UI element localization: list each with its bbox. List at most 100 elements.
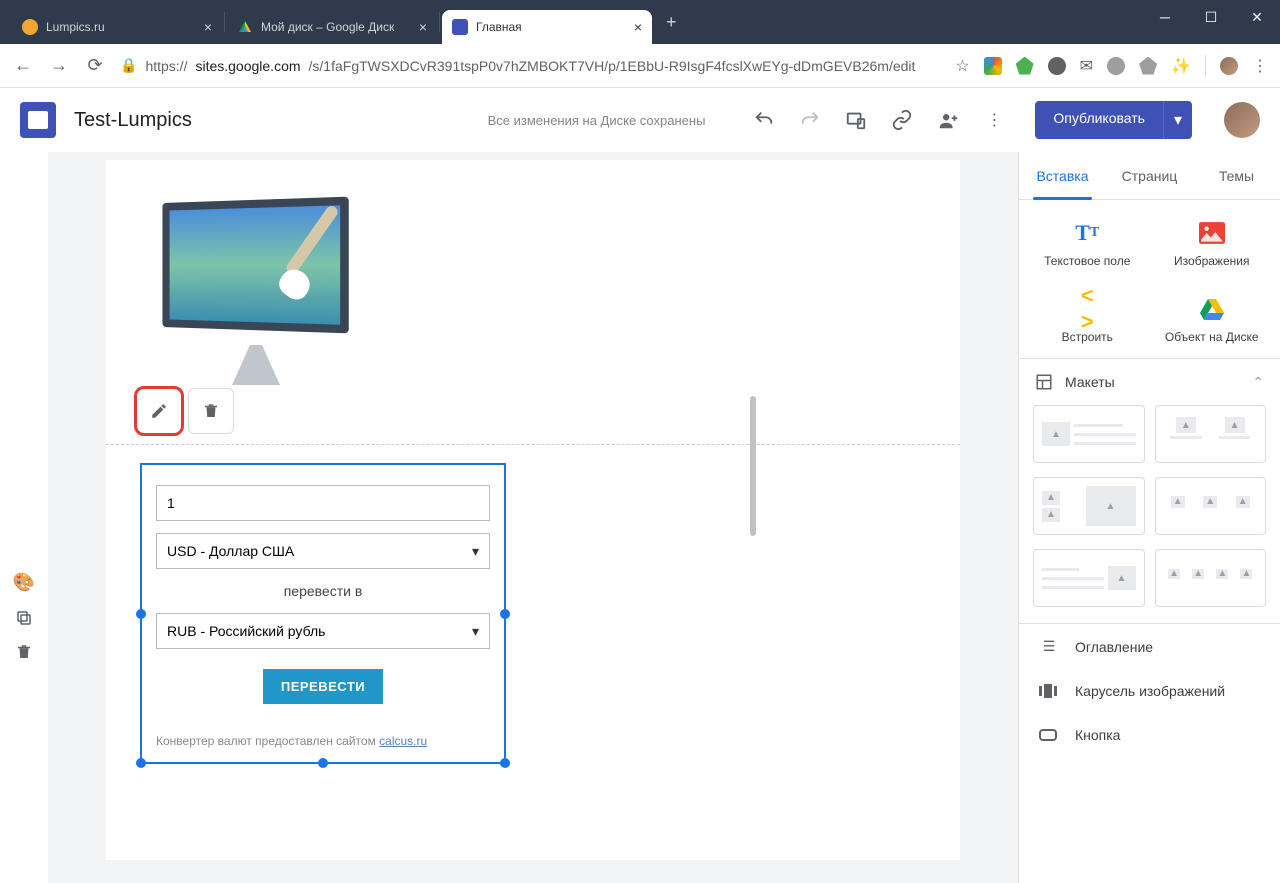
divider [1205, 55, 1206, 77]
browser-tab[interactable]: Lumpics.ru × [12, 10, 222, 44]
list-item-button[interactable]: Кнопка [1019, 713, 1280, 757]
amount-input[interactable] [156, 485, 490, 521]
tab-insert[interactable]: Вставка [1019, 152, 1106, 199]
canvas-area: USD - Доллар США перевести в RUB - Росси… [48, 152, 1018, 883]
button-icon [1039, 729, 1059, 741]
list-item-toc[interactable]: ☰ Оглавление [1019, 624, 1280, 669]
window-controls: ─ ☐ ✕ [1142, 0, 1280, 34]
browser-tab-active[interactable]: Главная × [442, 10, 652, 44]
star-icon[interactable]: ☆ [955, 56, 969, 76]
edit-button[interactable] [136, 388, 182, 434]
tab-title: Lumpics.ru [46, 20, 105, 34]
convert-to-label: перевести в [156, 583, 490, 599]
tab-pages[interactable]: Страниц [1106, 152, 1193, 199]
canvas[interactable]: USD - Доллар США перевести в RUB - Росси… [106, 160, 960, 860]
user-avatar[interactable] [1224, 102, 1260, 138]
extension-icon[interactable] [1107, 57, 1125, 75]
site-title[interactable]: Test-Lumpics [74, 109, 192, 132]
tab-title: Мой диск – Google Диск [261, 20, 394, 34]
tab-title: Главная [476, 20, 522, 34]
save-status: Все изменения на Диске сохранены [488, 113, 706, 128]
from-currency-select[interactable]: USD - Доллар США [156, 533, 490, 569]
layouts-header: Макеты ⌃ [1019, 359, 1280, 405]
mail-icon[interactable]: ✉ [1080, 56, 1093, 76]
layout-option[interactable]: ▲ ▲ ▲ [1155, 477, 1267, 535]
resize-handle[interactable] [136, 758, 146, 768]
publish-button[interactable]: Опубликовать [1035, 101, 1163, 139]
credit-link[interactable]: calcus.ru [379, 734, 427, 748]
share-button[interactable] [937, 109, 959, 131]
palette-icon[interactable]: 🎨 [13, 572, 35, 593]
insert-grid: TT Текстовое поле Изображения < > Встрои… [1019, 200, 1280, 359]
right-panel: Вставка Страниц Темы TT Текстовое поле И… [1018, 152, 1280, 883]
close-icon[interactable]: × [634, 19, 642, 35]
layouts-icon [1035, 373, 1053, 391]
sites-header: Test-Lumpics Все изменения на Диске сохр… [0, 88, 1280, 152]
resize-handle[interactable] [318, 758, 328, 768]
minimize-button[interactable]: ─ [1142, 0, 1188, 34]
copy-icon[interactable] [15, 609, 33, 627]
link-button[interactable] [891, 109, 913, 131]
monitor-illustration [136, 180, 366, 400]
layout-option[interactable]: ▲ ▲ [1155, 405, 1267, 463]
tab-favicon [237, 19, 253, 35]
list-item-carousel[interactable]: Карусель изображений [1019, 669, 1280, 713]
drive-icon [1197, 296, 1227, 322]
tab-themes[interactable]: Темы [1193, 152, 1280, 199]
resize-handle[interactable] [500, 609, 510, 619]
main-area: 🎨 USD - Доллар США [0, 152, 1280, 883]
close-window-button[interactable]: ✕ [1234, 0, 1280, 34]
layout-option[interactable]: ▲ [1033, 405, 1145, 463]
lock-icon: 🔒 [120, 57, 137, 74]
to-currency-select[interactable]: RUB - Российский рубль [156, 613, 490, 649]
forward-button[interactable]: → [48, 55, 70, 76]
insert-drive[interactable]: Объект на Диске [1154, 296, 1271, 344]
delete-icon[interactable] [15, 643, 33, 661]
reload-button[interactable]: ⟳ [84, 55, 106, 76]
resize-handle[interactable] [136, 609, 146, 619]
insert-textbox[interactable]: TT Текстовое поле [1029, 220, 1146, 268]
insert-images[interactable]: Изображения [1154, 220, 1271, 268]
more-button[interactable]: ⋮ [983, 109, 1005, 131]
insert-list: ☰ Оглавление Карусель изображений Кнопка [1019, 623, 1280, 757]
browser-tab[interactable]: Мой диск – Google Диск × [227, 10, 437, 44]
collapse-icon[interactable]: ⌃ [1252, 374, 1264, 391]
layout-option[interactable]: ▲ [1033, 549, 1145, 607]
layout-option[interactable]: ▲▲ ▲ [1033, 477, 1145, 535]
redo-button[interactable] [799, 109, 821, 131]
address-row: ← → ⟳ 🔒 https://sites.google.com/s/1faFg… [0, 44, 1280, 88]
element-toolbar [136, 388, 960, 434]
convert-button[interactable]: ПЕРЕВЕСТИ [263, 669, 383, 704]
left-rail: 🎨 [0, 152, 48, 883]
menu-icon[interactable]: ⋮ [1252, 56, 1268, 76]
extension-icon[interactable] [984, 57, 1002, 75]
back-button[interactable]: ← [12, 55, 34, 76]
maximize-button[interactable]: ☐ [1188, 0, 1234, 34]
profile-avatar-icon[interactable] [1220, 57, 1238, 75]
extension-icons: ✉ ✨ ⋮ [984, 55, 1268, 77]
tab-favicon [22, 19, 38, 35]
resize-handle[interactable] [500, 758, 510, 768]
embed-frame-selected[interactable]: USD - Доллар США перевести в RUB - Росси… [140, 463, 506, 764]
publish-dropdown[interactable]: ▾ [1163, 101, 1192, 139]
embed-icon: < > [1072, 296, 1102, 322]
text-icon: TT [1072, 220, 1102, 246]
layout-option[interactable]: ▲ ▲ ▲ ▲ [1155, 549, 1267, 607]
extension-icon[interactable] [1048, 57, 1066, 75]
close-icon[interactable]: × [419, 19, 427, 35]
undo-button[interactable] [753, 109, 775, 131]
new-tab-button[interactable]: + [652, 12, 691, 33]
insert-embed[interactable]: < > Встроить [1029, 296, 1146, 344]
tab-favicon [452, 19, 468, 35]
section-divider [106, 444, 960, 445]
preview-button[interactable] [845, 109, 867, 131]
address-bar[interactable]: 🔒 https://sites.google.com/s/1faFgTWSXDC… [120, 57, 941, 74]
delete-element-button[interactable] [188, 388, 234, 434]
extension-icon[interactable] [1139, 57, 1157, 75]
sites-logo-icon[interactable] [20, 102, 56, 138]
extension-icon[interactable] [1016, 57, 1034, 75]
layouts-grid: ▲ ▲ ▲ ▲▲ ▲ ▲ ▲ ▲ ▲ ▲ ▲ ▲ [1019, 405, 1280, 623]
browser-tab-strip: Lumpics.ru × Мой диск – Google Диск × Гл… [0, 0, 1280, 44]
close-icon[interactable]: × [204, 19, 212, 35]
extension-icon[interactable]: ✨ [1171, 56, 1191, 76]
